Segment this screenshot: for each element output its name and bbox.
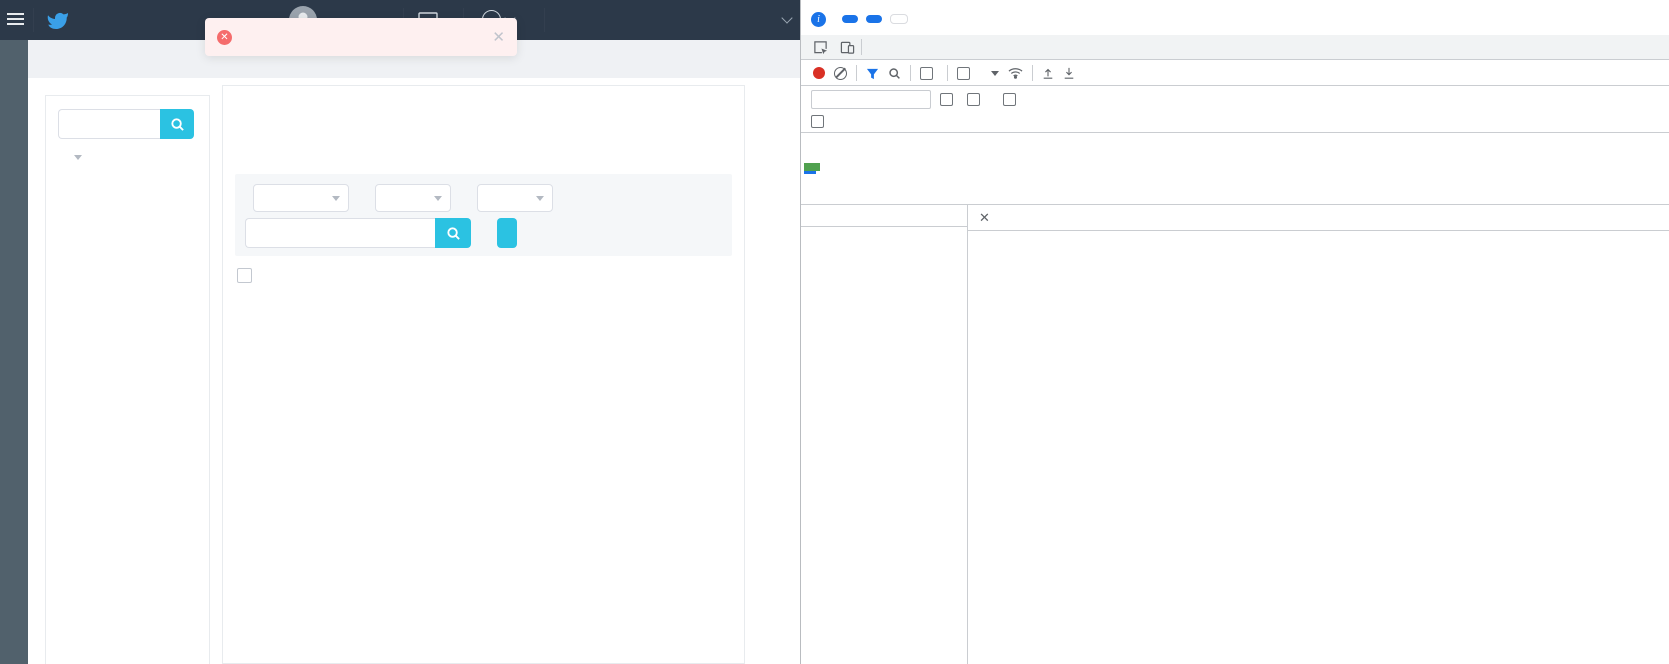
requests-table xyxy=(801,205,968,664)
chevron-down-icon xyxy=(434,195,442,205)
switch-to-chinese-button[interactable] xyxy=(866,15,882,23)
timeline-blue-bar xyxy=(804,171,816,174)
preserve-log-checkbox[interactable] xyxy=(920,66,938,80)
search-icon[interactable] xyxy=(888,67,901,80)
toast-close-icon[interactable]: ✕ xyxy=(492,28,505,46)
chevron-down-icon xyxy=(332,195,340,205)
header-divider xyxy=(544,8,545,32)
request-detail-tabs: ✕ xyxy=(968,205,1669,231)
devtools-tabbar xyxy=(801,35,1669,60)
device-toolbar-icon[interactable] xyxy=(834,40,861,55)
app-logo-bird-icon[interactable] xyxy=(47,8,71,32)
dont-show-again-button[interactable] xyxy=(890,14,908,24)
filter-row-search xyxy=(245,218,517,248)
filter-panel xyxy=(235,174,732,256)
column-tree-header xyxy=(58,153,197,162)
select-all-checkbox[interactable] xyxy=(237,268,252,283)
requests-name-header[interactable] xyxy=(801,205,967,227)
filter-funnel-icon[interactable] xyxy=(866,67,879,80)
sort-select[interactable] xyxy=(253,184,349,212)
network-overview-timeline[interactable] xyxy=(801,132,1669,205)
search-icon xyxy=(170,117,185,132)
toolbar-divider xyxy=(947,65,948,81)
checkbox[interactable] xyxy=(920,66,933,80)
export-har-icon[interactable] xyxy=(1063,67,1075,79)
chevron-down-icon xyxy=(991,70,999,80)
toolbar-divider xyxy=(1032,65,1033,81)
info-icon: i xyxy=(811,11,826,27)
invert-checkbox[interactable] xyxy=(940,93,958,106)
request-details-pane: ✕ xyxy=(968,205,1669,664)
main-nav-rail xyxy=(0,40,28,664)
content-panel xyxy=(222,85,745,664)
timeline-green-bar xyxy=(804,163,820,171)
advanced-search-button[interactable] xyxy=(497,218,517,248)
network-filter-row xyxy=(801,87,1669,112)
column-search-input[interactable] xyxy=(58,109,160,139)
error-toast: ✕ ✕ xyxy=(205,18,517,56)
third-party-row xyxy=(801,112,1669,131)
third-party-checkbox[interactable] xyxy=(811,115,824,128)
has-blocked-cookies-checkbox[interactable] xyxy=(1003,93,1021,106)
hamburger-menu-icon[interactable] xyxy=(7,13,24,28)
column-search xyxy=(58,109,197,139)
throttling-select[interactable] xyxy=(984,69,999,78)
chrome-devtools: i ✕ xyxy=(800,0,1669,664)
network-filter-input[interactable] xyxy=(811,90,931,109)
network-conditions-icon[interactable] xyxy=(1008,67,1023,79)
always-match-language-button[interactable] xyxy=(842,15,858,23)
record-network-log-button[interactable] xyxy=(813,67,825,79)
disable-cache-checkbox[interactable] xyxy=(957,66,975,80)
checkbox[interactable] xyxy=(957,66,970,80)
platform-chevron-down-icon[interactable] xyxy=(781,12,793,24)
toolbar-divider xyxy=(861,39,862,55)
json-preview xyxy=(968,231,1669,237)
filter-row-selects xyxy=(245,184,553,212)
column-search-button[interactable] xyxy=(160,109,194,139)
chevron-down-icon xyxy=(74,155,82,164)
column-sidebar xyxy=(45,95,210,664)
screenshot-stage: ✕ ✕ i ✕ xyxy=(0,0,1669,664)
toolbar-divider xyxy=(856,65,857,81)
checkbox[interactable] xyxy=(1003,93,1016,106)
toolbar-divider xyxy=(910,65,911,81)
checkbox[interactable] xyxy=(967,93,980,106)
header-divider xyxy=(33,8,34,32)
checkbox[interactable] xyxy=(940,93,953,106)
search-icon xyxy=(446,226,461,241)
import-har-icon[interactable] xyxy=(1042,67,1054,79)
error-icon: ✕ xyxy=(217,29,232,45)
hide-data-urls-checkbox[interactable] xyxy=(967,93,985,106)
bulk-action-bar xyxy=(237,268,276,283)
devtools-language-banner: i xyxy=(801,5,1669,33)
inspect-element-icon[interactable] xyxy=(807,40,834,55)
network-toolbar xyxy=(801,61,1669,86)
title-search-input[interactable] xyxy=(245,218,435,248)
cms-application: ✕ ✕ xyxy=(0,0,800,664)
type-select[interactable] xyxy=(477,184,553,212)
clear-network-log-icon[interactable] xyxy=(834,66,847,80)
status-select[interactable] xyxy=(375,184,451,212)
chevron-down-icon xyxy=(536,195,544,205)
close-details-icon[interactable]: ✕ xyxy=(970,210,999,226)
title-search-button[interactable] xyxy=(435,218,471,248)
